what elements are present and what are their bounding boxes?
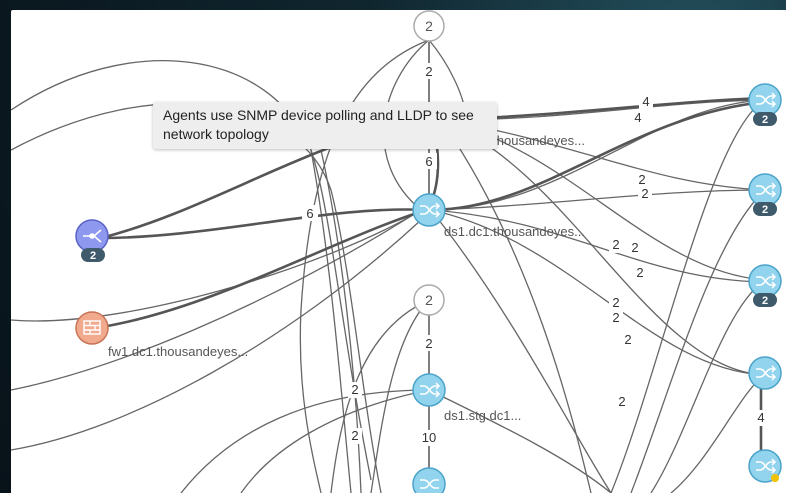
node-badge: 2 [762, 114, 768, 126]
svg-text:2: 2 [425, 64, 432, 79]
edge-label: 2 [609, 310, 623, 326]
svg-text:2: 2 [612, 295, 619, 310]
edge-label: 4 [754, 410, 768, 426]
switch-node-right-5[interactable] [748, 449, 782, 483]
svg-text:2: 2 [618, 394, 625, 409]
edge-label: 2 [628, 240, 642, 256]
tooltip: Agents use SNMP device polling and LLDP … [153, 102, 497, 149]
edge-label: 2 [421, 63, 437, 79]
svg-text:2: 2 [351, 428, 358, 443]
switch-node-right-1[interactable]: 2 [748, 83, 782, 126]
edge-label: 2 [609, 237, 623, 253]
node-label: ds1.stg.dc1... [444, 408, 521, 423]
node-badge: 2 [762, 295, 768, 307]
svg-text:2: 2 [612, 310, 619, 325]
svg-text:2: 2 [425, 292, 433, 308]
edge-label: 2 [421, 335, 437, 351]
switch-node-right-4[interactable] [748, 356, 782, 390]
svg-text:2: 2 [631, 240, 638, 255]
svg-text:4: 4 [634, 110, 641, 125]
node-count-top[interactable]: 2 [413, 10, 445, 42]
svg-text:6: 6 [306, 206, 313, 221]
svg-text:2: 2 [641, 186, 648, 201]
topology-graph[interactable]: 2 6 6 6 4 4 2 2 2 2 2 2 2 2 2 4 2 2 2 10… [11, 10, 786, 493]
svg-text:6: 6 [425, 154, 432, 169]
firewall-node[interactable]: fw1.dc1.thousandeyes... [75, 311, 248, 359]
svg-text:4: 4 [757, 410, 764, 425]
switch-node-bottom-center[interactable] [412, 467, 446, 493]
svg-text:2: 2 [636, 265, 643, 280]
edge-label: 2 [621, 332, 635, 348]
edge-label: 2 [348, 428, 362, 444]
svg-text:2: 2 [425, 336, 432, 351]
svg-text:2: 2 [638, 172, 645, 187]
switch-node-right-2[interactable]: 2 [748, 173, 782, 216]
edge-label: 6 [421, 153, 437, 169]
edge-label: 4 [631, 110, 645, 126]
node-badge: 2 [90, 250, 96, 262]
edge-label: 2 [348, 382, 362, 398]
router-node[interactable]: 2 [75, 219, 109, 262]
svg-text:2: 2 [425, 18, 433, 34]
edge-label: 2 [638, 186, 652, 202]
node-label: ds1.dc1.thousandeyes... [444, 224, 585, 239]
edge-label: 2 [609, 295, 623, 311]
svg-text:10: 10 [422, 430, 436, 445]
alert-indicator-icon [771, 474, 779, 482]
edge-label: 10 [417, 430, 441, 446]
edge-label: 2 [615, 394, 629, 410]
svg-text:2: 2 [624, 332, 631, 347]
topology-canvas[interactable]: 2 6 6 6 4 4 2 2 2 2 2 2 2 2 2 4 2 2 2 10… [11, 10, 786, 493]
svg-text:4: 4 [642, 94, 649, 109]
edge-label: 4 [639, 94, 653, 110]
svg-text:2: 2 [612, 237, 619, 252]
edge-label: 6 [302, 205, 318, 221]
edge-label: 2 [633, 265, 647, 281]
node-label: fw1.dc1.thousandeyes... [108, 344, 248, 359]
svg-text:2: 2 [351, 382, 358, 397]
node-count-mid[interactable]: 2 [413, 284, 445, 316]
switch-node-right-3[interactable]: 2 [748, 264, 782, 307]
node-badge: 2 [762, 204, 768, 216]
